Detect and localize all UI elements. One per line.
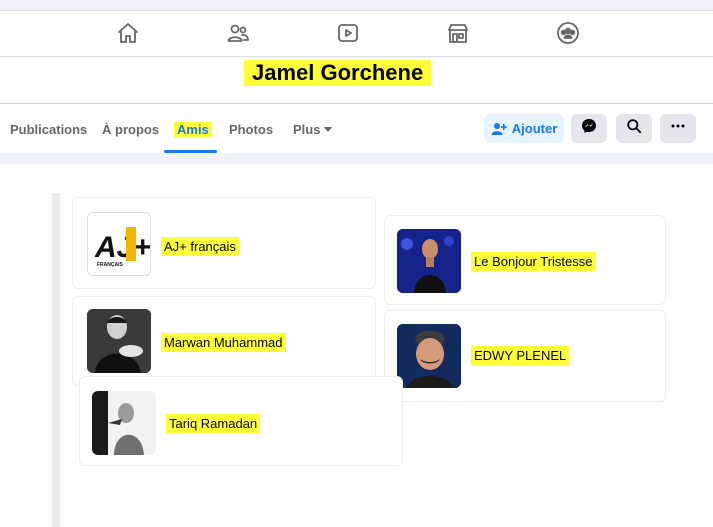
caret-down-icon	[324, 127, 333, 132]
groups-icon[interactable]	[556, 21, 580, 45]
profile-name: Jamel Gorchene	[244, 60, 432, 86]
profile-header: Jamel Gorchene	[0, 57, 713, 103]
friend-name[interactable]: Le Bonjour Tristesse	[471, 252, 596, 271]
tab-photos[interactable]: Photos	[229, 122, 273, 137]
friend-name[interactable]: Marwan Muhammad	[161, 333, 286, 352]
top-navigation-bar	[0, 10, 713, 57]
home-icon[interactable]	[116, 21, 140, 45]
friend-name[interactable]: EDWY PLENEL	[471, 346, 570, 365]
tab-a-propos[interactable]: À propos	[102, 122, 159, 137]
watch-icon[interactable]	[336, 21, 360, 45]
add-friend-label: Ajouter	[511, 121, 558, 136]
add-friend-icon	[491, 121, 507, 137]
aj-logo-text: AJ+	[94, 231, 151, 264]
friend-avatar[interactable]	[92, 391, 156, 455]
friend-name[interactable]: Tariq Ramadan	[166, 414, 261, 433]
tab-publications[interactable]: Publications	[10, 122, 87, 137]
add-friend-button[interactable]: Ajouter	[484, 114, 564, 143]
tab-amis-label: Amis	[174, 122, 212, 137]
friend-avatar[interactable]	[397, 324, 461, 388]
profile-tabs: Publications À propos Amis Photos Plus A…	[0, 103, 713, 153]
logo-plus-bar	[126, 227, 136, 261]
friend-avatar[interactable]: AJ+ FRANÇAIS	[87, 212, 151, 276]
friend-avatar[interactable]	[397, 229, 461, 293]
tab-plus[interactable]: Plus	[293, 122, 333, 137]
aj-logo-sub: FRANÇAIS	[97, 262, 123, 268]
friend-avatar[interactable]	[87, 309, 151, 373]
active-tab-indicator	[164, 150, 217, 153]
messenger-button[interactable]	[571, 114, 607, 143]
search-button[interactable]	[616, 114, 652, 143]
friend-name[interactable]: AJ+ français	[161, 237, 239, 256]
tab-amis[interactable]: Amis	[174, 122, 212, 137]
marketplace-icon[interactable]	[446, 21, 470, 45]
search-icon	[626, 118, 642, 139]
more-options-button[interactable]	[660, 114, 696, 143]
tab-plus-label: Plus	[293, 122, 321, 137]
friends-icon[interactable]	[226, 21, 250, 45]
more-icon	[670, 118, 686, 139]
divider	[52, 193, 60, 527]
messenger-icon	[581, 118, 597, 139]
